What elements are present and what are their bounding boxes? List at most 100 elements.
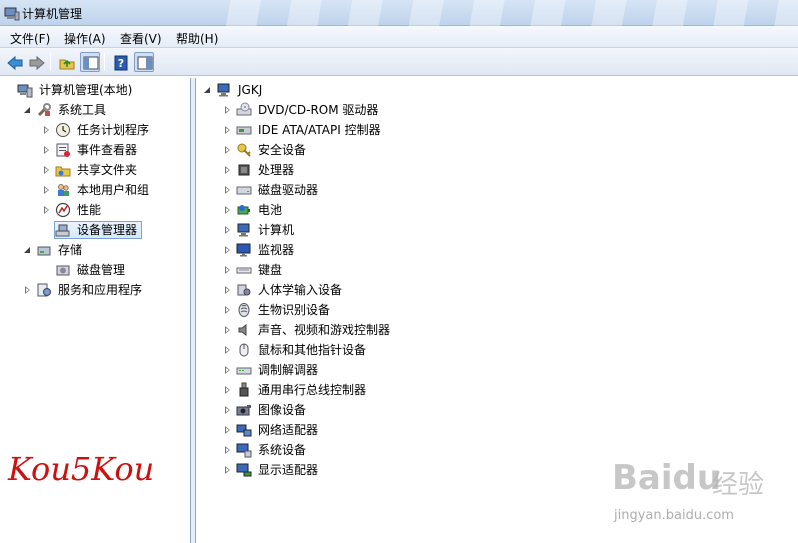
device-category-18[interactable]: 显示适配器 xyxy=(223,461,323,479)
tree-node-label: 处理器 xyxy=(258,163,295,177)
expand-arrow-icon[interactable] xyxy=(223,105,232,115)
tree-node-label: 性能 xyxy=(77,203,102,217)
expand-arrow-icon[interactable] xyxy=(223,365,232,375)
speaker-icon xyxy=(236,322,252,338)
tree-node-label: JGKJ xyxy=(238,83,263,97)
collapse-arrow-icon[interactable] xyxy=(203,86,212,95)
left-tree-item-5[interactable]: 本地用户和组 xyxy=(42,181,154,199)
expand-arrow-icon[interactable] xyxy=(223,145,232,155)
collapse-arrow-icon[interactable] xyxy=(23,106,32,115)
device-category-11[interactable]: 声音、视频和游戏控制器 xyxy=(223,321,395,339)
expand-arrow-icon[interactable] xyxy=(223,285,232,295)
expand-arrow-icon[interactable] xyxy=(223,185,232,195)
camera-icon xyxy=(236,402,252,418)
left-tree-item-2[interactable]: 任务计划程序 xyxy=(42,121,154,139)
menu-view[interactable]: 查看(V) xyxy=(120,30,162,47)
event-viewer-icon xyxy=(55,142,71,158)
menu-file[interactable]: 文件(F) xyxy=(10,30,50,47)
fingerprint-icon xyxy=(236,302,252,318)
expand-arrow-icon[interactable] xyxy=(223,345,232,355)
device-category-16[interactable]: 网络适配器 xyxy=(223,421,323,439)
menu-action[interactable]: 操作(A) xyxy=(64,30,106,47)
usb-icon xyxy=(236,382,252,398)
menu-help[interactable]: 帮助(H) xyxy=(176,30,218,47)
left-tree-item-7[interactable]: 设备管理器 xyxy=(42,221,143,239)
pane-splitter[interactable] xyxy=(191,78,196,543)
device-category-7[interactable]: 监视器 xyxy=(223,241,299,259)
forward-button[interactable] xyxy=(26,52,46,72)
properties-pane-button[interactable] xyxy=(134,52,154,72)
device-category-4[interactable]: 磁盘驱动器 xyxy=(223,181,323,199)
expand-arrow-icon[interactable] xyxy=(223,165,232,175)
expand-arrow-icon[interactable] xyxy=(223,125,232,135)
tree-node-label: 网络适配器 xyxy=(258,423,319,437)
left-tree-item-6[interactable]: 性能 xyxy=(42,201,106,219)
expand-arrow-icon[interactable] xyxy=(223,425,232,435)
tree-node-label: 人体学输入设备 xyxy=(258,283,343,297)
device-category-10[interactable]: 生物识别设备 xyxy=(223,301,335,319)
tree-node-label: IDE ATA/ATAPI 控制器 xyxy=(258,123,381,137)
left-tree-item-4[interactable]: 共享文件夹 xyxy=(42,161,142,179)
tree-node-label: 磁盘管理 xyxy=(77,263,126,277)
expand-arrow-icon[interactable] xyxy=(42,185,51,195)
expand-arrow-icon[interactable] xyxy=(223,325,232,335)
device-category-15[interactable]: 图像设备 xyxy=(223,401,311,419)
services-icon xyxy=(36,282,52,298)
device-category-0[interactable]: DVD/CD-ROM 驱动器 xyxy=(223,101,383,119)
device-category-6[interactable]: 计算机 xyxy=(223,221,299,239)
left-tree-item-10[interactable]: 服务和应用程序 xyxy=(23,281,147,299)
svg-text:?: ? xyxy=(118,57,124,70)
left-tree-item-9[interactable]: 磁盘管理 xyxy=(42,261,130,279)
device-tree-root[interactable]: JGKJ xyxy=(203,81,267,99)
device-category-3[interactable]: 处理器 xyxy=(223,161,299,179)
help-button[interactable]: ? xyxy=(110,52,130,72)
left-tree-item-1[interactable]: 系统工具 xyxy=(23,101,111,119)
expand-arrow-icon[interactable] xyxy=(23,285,32,295)
expand-arrow-icon[interactable] xyxy=(42,125,51,135)
expand-arrow-icon[interactable] xyxy=(223,385,232,395)
left-tree-item-0[interactable]: 计算机管理(本地) xyxy=(4,81,137,99)
expand-arrow-icon[interactable] xyxy=(223,405,232,415)
expand-arrow-icon[interactable] xyxy=(223,225,232,235)
show-hide-tree-button[interactable] xyxy=(80,52,100,72)
device-category-2[interactable]: 安全设备 xyxy=(223,141,311,159)
expand-arrow-icon[interactable] xyxy=(42,165,51,175)
tree-node-label: 通用串行总线控制器 xyxy=(258,383,367,397)
expand-arrow-icon[interactable] xyxy=(223,445,232,455)
expand-arrow-icon[interactable] xyxy=(42,205,51,215)
device-category-5[interactable]: 电池 xyxy=(223,201,287,219)
device-category-17[interactable]: 系统设备 xyxy=(223,441,311,459)
device-category-9[interactable]: 人体学输入设备 xyxy=(223,281,347,299)
tree-node-label: 存储 xyxy=(58,243,83,257)
kou5kou-watermark: Kou5Kou xyxy=(8,450,155,488)
tree-node-label: DVD/CD-ROM 驱动器 xyxy=(258,103,379,117)
device-category-8[interactable]: 键盘 xyxy=(223,261,287,279)
left-tree-item-3[interactable]: 事件查看器 xyxy=(42,141,142,159)
up-button[interactable] xyxy=(56,52,76,72)
expand-arrow-icon[interactable] xyxy=(223,205,232,215)
expand-arrow-icon[interactable] xyxy=(42,145,51,155)
left-tree-item-8[interactable]: 存储 xyxy=(23,241,87,259)
tree-node-label: 生物识别设备 xyxy=(258,303,331,317)
performance-icon xyxy=(55,202,71,218)
expand-arrow-icon[interactable] xyxy=(223,265,232,275)
device-category-14[interactable]: 通用串行总线控制器 xyxy=(223,381,371,399)
monitor-icon xyxy=(236,242,252,258)
back-button[interactable] xyxy=(4,52,24,72)
security-key-icon xyxy=(236,142,252,158)
tree-node-label: 系统工具 xyxy=(58,103,107,117)
computer-management-app-icon xyxy=(4,5,20,21)
expand-arrow-icon[interactable] xyxy=(223,305,232,315)
device-category-1[interactable]: IDE ATA/ATAPI 控制器 xyxy=(223,121,386,139)
device-category-13[interactable]: 调制解调器 xyxy=(223,361,323,379)
tree-node-label: 本地用户和组 xyxy=(77,183,150,197)
collapse-arrow-icon[interactable] xyxy=(23,246,32,255)
expand-arrow-icon[interactable] xyxy=(223,245,232,255)
tree-node-label: 声音、视频和游戏控制器 xyxy=(258,323,391,337)
jingyan-logo-text: 经验 xyxy=(712,470,765,500)
expand-arrow-icon[interactable] xyxy=(223,465,232,475)
tree-node-label: 键盘 xyxy=(258,263,283,277)
tree-node-label: 显示适配器 xyxy=(258,463,319,477)
device-category-12[interactable]: 鼠标和其他指针设备 xyxy=(223,341,371,359)
